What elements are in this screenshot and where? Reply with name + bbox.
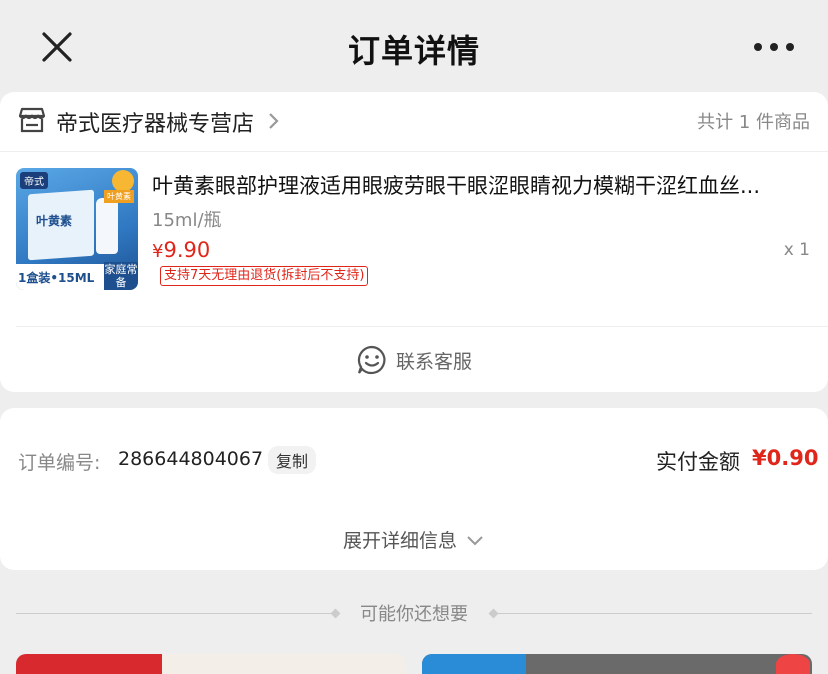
expand-details-label: 展开详细信息 (342, 530, 457, 552)
chevron-right-icon (269, 113, 279, 129)
order-number: 286644804067 (118, 448, 264, 470)
chevron-down-icon (467, 535, 483, 545)
paid-amount: ¥0.90 (752, 446, 819, 470)
smile-chat-icon (357, 345, 386, 375)
top-bar: 订单详情 (0, 0, 828, 92)
paid-amount-label: 实付金额 (656, 450, 740, 474)
copy-button[interactable]: 复制 (268, 446, 317, 474)
recommend-product-card[interactable] (16, 654, 406, 674)
more-dots-icon (754, 43, 762, 51)
storefront-icon (18, 107, 46, 133)
return-policy-badge: 支持7天无理由退货(拆封后不支持) (160, 266, 369, 286)
divider (16, 326, 828, 327)
product-brand-badge: 帝式 (20, 172, 48, 189)
more-options-button[interactable] (754, 40, 794, 54)
divider (494, 613, 812, 614)
page-title: 订单详情 (347, 32, 480, 70)
expand-details-button[interactable]: 展开详细信息 (0, 526, 828, 553)
recommend-product-card[interactable] (422, 654, 812, 674)
product-image[interactable]: 帝式 叶黄素 叶黄素 1盒装•15ML 家庭常备 (16, 168, 138, 290)
product-price: ¥9.90 (152, 238, 211, 262)
shop-row[interactable]: 帝式医疗器械专营店 共计 1 件商品 (0, 92, 828, 152)
order-items-card: 帝式医疗器械专营店 共计 1 件商品 帝式 叶黄素 叶黄素 1盒装•15ML 家… (0, 92, 828, 392)
order-info-card: 订单编号: 286644804067 复制 实付金额 ¥0.90 展开详细信息 (0, 408, 828, 570)
contact-service-label: 联系客服 (395, 350, 472, 373)
product-quantity: x 1 (783, 240, 810, 260)
product-title[interactable]: 叶黄素眼部护理液适用眼疲劳眼干眼涩眼睛视力模糊干涩红血丝... (152, 170, 814, 200)
shop-name[interactable]: 帝式医疗器械专营店 (56, 106, 254, 138)
contact-service-button[interactable]: 联系客服 (0, 328, 828, 392)
recommend-header: 可能你还想要 (0, 600, 828, 628)
flower-icon (112, 170, 134, 192)
mascot-icon (776, 654, 810, 674)
item-count: 共计 1 件商品 (697, 112, 810, 133)
order-number-label: 订单编号: (18, 452, 101, 474)
product-spec: 15ml/瓶 (152, 210, 222, 231)
